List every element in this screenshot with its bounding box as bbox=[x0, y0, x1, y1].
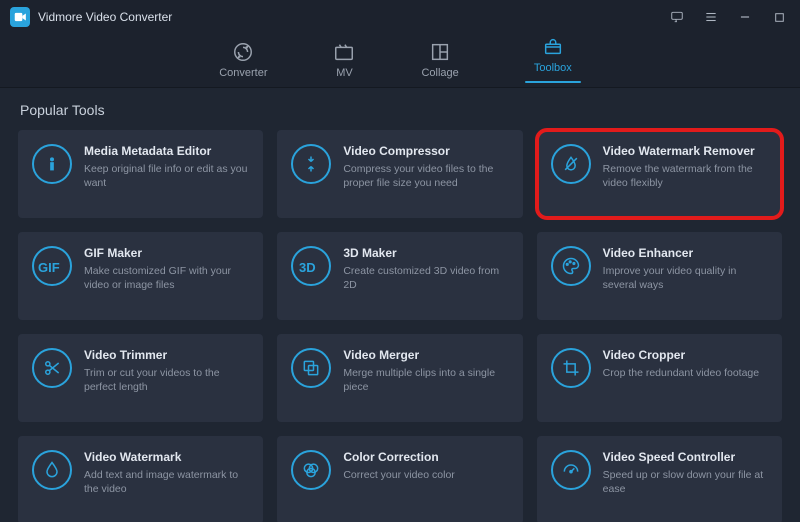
tool-title: Video Speed Controller bbox=[603, 450, 768, 464]
merge-icon bbox=[291, 348, 331, 388]
feedback-icon[interactable] bbox=[666, 6, 688, 28]
tool-desc: Trim or cut your videos to the perfect l… bbox=[84, 366, 249, 394]
palette-icon bbox=[551, 246, 591, 286]
mv-icon bbox=[333, 41, 355, 63]
app-logo bbox=[10, 7, 30, 27]
maximize-button[interactable] bbox=[768, 6, 790, 28]
tool-title: 3D Maker bbox=[343, 246, 508, 260]
menu-icon[interactable] bbox=[700, 6, 722, 28]
minimize-button[interactable] bbox=[734, 6, 756, 28]
drop-icon bbox=[32, 450, 72, 490]
tool-title: Video Cropper bbox=[603, 348, 768, 362]
tab-label: Collage bbox=[421, 67, 458, 79]
tool-title: GIF Maker bbox=[84, 246, 249, 260]
tool-card-palette[interactable]: Video Enhancer Improve your video quality… bbox=[537, 232, 782, 320]
tool-card-compress[interactable]: Video Compressor Compress your video file… bbox=[277, 130, 522, 218]
tool-title: Color Correction bbox=[343, 450, 508, 464]
scissors-icon bbox=[32, 348, 72, 388]
tool-title: Video Merger bbox=[343, 348, 508, 362]
tool-text: Video Trimmer Trim or cut your videos to … bbox=[84, 348, 249, 394]
tool-card-3d[interactable]: 3D 3D Maker Create customized 3D video fro… bbox=[277, 232, 522, 320]
tool-text: 3D Maker Create customized 3D video from … bbox=[343, 246, 508, 292]
tool-title: Video Compressor bbox=[343, 144, 508, 158]
tool-desc: Make customized GIF with your video or i… bbox=[84, 264, 249, 292]
titlebar: Vidmore Video Converter bbox=[0, 0, 800, 34]
tool-title: Video Watermark Remover bbox=[603, 144, 768, 158]
tool-desc: Compress your video files to the proper … bbox=[343, 162, 508, 190]
tool-card-drop[interactable]: Video Watermark Add text and image waterm… bbox=[18, 436, 263, 522]
tool-card-gif[interactable]: GIF GIF Maker Make customized GIF with you… bbox=[18, 232, 263, 320]
compress-icon bbox=[291, 144, 331, 184]
tool-text: Video Enhancer Improve your video quality… bbox=[603, 246, 768, 292]
tool-card-nowater[interactable]: Video Watermark Remover Remove the waterm… bbox=[537, 130, 782, 218]
tab-collage[interactable]: Collage bbox=[415, 37, 464, 85]
tool-title: Video Trimmer bbox=[84, 348, 249, 362]
tool-card-info[interactable]: Media Metadata Editor Keep original file … bbox=[18, 130, 263, 218]
tool-desc: Keep original file info or edit as you w… bbox=[84, 162, 249, 190]
tool-card-color[interactable]: Color Correction Correct your video color bbox=[277, 436, 522, 522]
tool-desc: Add text and image watermark to the vide… bbox=[84, 468, 249, 496]
3d-icon: 3D bbox=[291, 246, 331, 286]
tab-mv[interactable]: MV bbox=[327, 37, 361, 85]
tool-title: Media Metadata Editor bbox=[84, 144, 249, 158]
collage-icon bbox=[429, 41, 451, 63]
tool-text: Color Correction Correct your video color bbox=[343, 450, 508, 482]
nowater-icon bbox=[551, 144, 591, 184]
svg-text:GIF: GIF bbox=[38, 260, 60, 275]
tool-card-merge[interactable]: Video Merger Merge multiple clips into a … bbox=[277, 334, 522, 422]
tool-desc: Crop the redundant video footage bbox=[603, 366, 768, 380]
tool-card-scissors[interactable]: Video Trimmer Trim or cut your videos to … bbox=[18, 334, 263, 422]
tab-toolbox[interactable]: Toolbox bbox=[519, 32, 587, 89]
tool-desc: Merge multiple clips into a single piece bbox=[343, 366, 508, 394]
tool-text: Video Watermark Add text and image waterm… bbox=[84, 450, 249, 496]
tool-text: Video Watermark Remover Remove the waterm… bbox=[603, 144, 768, 190]
tool-title: Video Enhancer bbox=[603, 246, 768, 260]
info-icon bbox=[32, 144, 72, 184]
main-tabs: Converter MV Collage Toolbox bbox=[0, 34, 800, 88]
tool-title: Video Watermark bbox=[84, 450, 249, 464]
color-icon bbox=[291, 450, 331, 490]
tool-text: Video Speed Controller Speed up or slow d… bbox=[603, 450, 768, 496]
converter-icon bbox=[232, 41, 254, 63]
section-title: Popular Tools bbox=[20, 102, 782, 118]
tool-desc: Speed up or slow down your file at ease bbox=[603, 468, 768, 496]
tool-desc: Remove the watermark from the video flex… bbox=[603, 162, 768, 190]
toolbox-icon bbox=[542, 36, 564, 58]
tool-desc: Improve your video quality in several wa… bbox=[603, 264, 768, 292]
gif-icon: GIF bbox=[32, 246, 72, 286]
speed-icon bbox=[551, 450, 591, 490]
tool-text: Video Compressor Compress your video file… bbox=[343, 144, 508, 190]
crop-icon bbox=[551, 348, 591, 388]
tool-desc: Correct your video color bbox=[343, 468, 508, 482]
tool-desc: Create customized 3D video from 2D bbox=[343, 264, 508, 292]
tab-converter[interactable]: Converter bbox=[213, 37, 273, 85]
svg-text:3D: 3D bbox=[299, 260, 316, 275]
window-controls bbox=[666, 6, 790, 28]
tool-card-speed[interactable]: Video Speed Controller Speed up or slow d… bbox=[537, 436, 782, 522]
tool-text: Video Cropper Crop the redundant video fo… bbox=[603, 348, 768, 380]
tab-label: Toolbox bbox=[534, 62, 572, 74]
content-area: Popular Tools Media Metadata Editor Keep … bbox=[0, 88, 800, 522]
tool-card-crop[interactable]: Video Cropper Crop the redundant video fo… bbox=[537, 334, 782, 422]
tool-text: Media Metadata Editor Keep original file … bbox=[84, 144, 249, 190]
tool-text: GIF Maker Make customized GIF with your v… bbox=[84, 246, 249, 292]
tab-label: Converter bbox=[219, 67, 267, 79]
tool-text: Video Merger Merge multiple clips into a … bbox=[343, 348, 508, 394]
tab-label: MV bbox=[336, 67, 353, 79]
app-title: Vidmore Video Converter bbox=[38, 10, 172, 24]
tools-grid: Media Metadata Editor Keep original file … bbox=[18, 130, 782, 522]
